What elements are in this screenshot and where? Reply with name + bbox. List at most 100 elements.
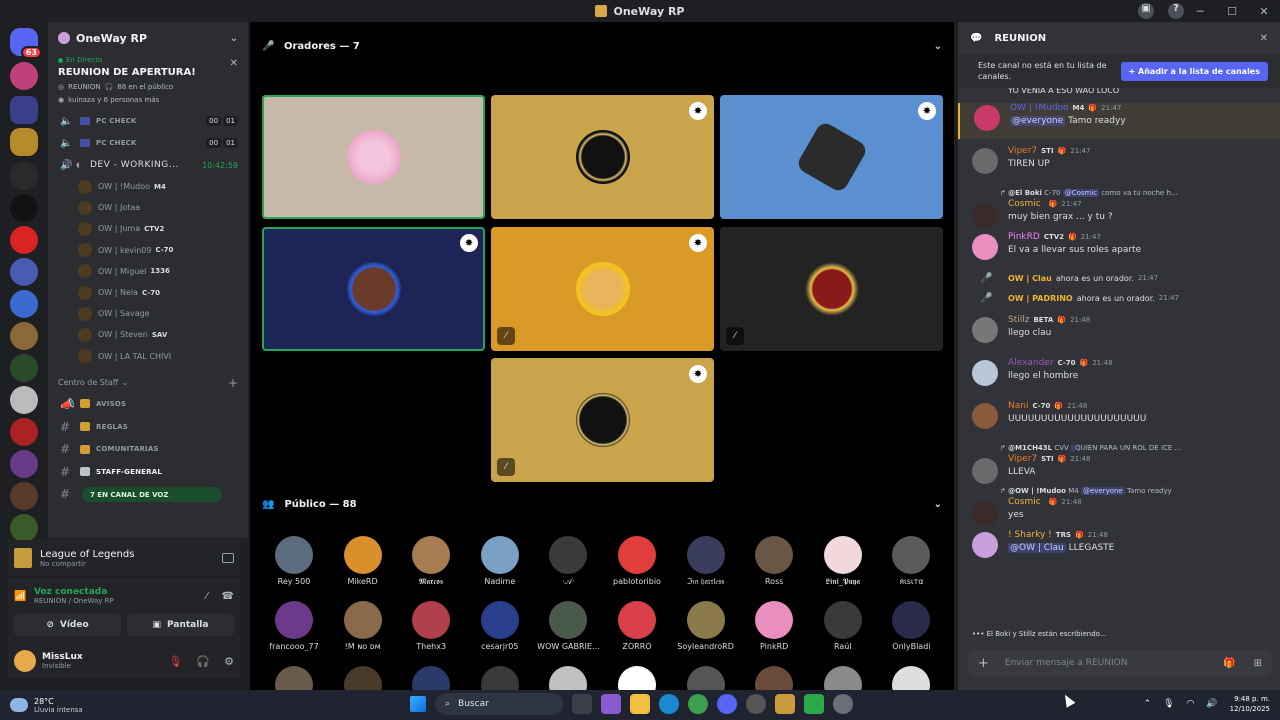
voice-member[interactable]: OW | Steven SAV [48, 324, 248, 345]
voice-member[interactable]: OW | Jotaa [48, 197, 248, 218]
author-name[interactable]: PinkRD [1008, 232, 1040, 242]
settings-icon[interactable] [833, 694, 853, 714]
server-icon[interactable] [10, 354, 38, 382]
avatar[interactable] [972, 501, 998, 527]
noise-suppression-icon[interactable]: ⁄ [206, 591, 208, 602]
discord-home-icon[interactable]: 63 [10, 28, 42, 59]
audience-member[interactable] [603, 666, 671, 690]
channel-avisos[interactable]: 📣 AVISOS [48, 393, 248, 416]
close-icon[interactable]: ✕ [1260, 33, 1268, 44]
audience-member[interactable]: cesarjr05 [466, 601, 534, 651]
disconnect-icon[interactable]: ☎ [222, 591, 234, 602]
server-icon[interactable] [10, 194, 38, 222]
audience-member[interactable]: Rey 500 [260, 536, 328, 586]
server-icon[interactable] [10, 386, 38, 414]
minimize-icon[interactable]: ─ [1184, 5, 1216, 18]
server-header[interactable]: OneWay RP ⌄ [48, 22, 248, 54]
speaker-tile[interactable]: ✸ [262, 227, 485, 351]
audience-member[interactable] [466, 666, 534, 690]
audience-member[interactable]: Thehx3 [397, 601, 465, 651]
audience-member[interactable]: !M ɴᴏ ᴅᴍ [329, 601, 397, 651]
audience-member[interactable] [260, 666, 328, 690]
reply-preview[interactable]: ↱ @El Boki C-70 @Cosmic como va tu noche… [1000, 189, 1272, 197]
speaker-tile[interactable]: ✸ [491, 95, 714, 219]
author-name[interactable]: Nani [1008, 401, 1028, 411]
audience-member[interactable]: 𝕷𝖎𝖓𝖎_𝕻𝖚𝖞𝖆 [809, 536, 877, 587]
help-icon[interactable]: ? [1168, 3, 1184, 19]
reply-preview[interactable]: ↱ @OW | !Mudoo M4 @everyone Tamo readyy [1000, 487, 1272, 495]
chevron-down-icon[interactable]: ⌄ [934, 499, 942, 510]
server-icon[interactable] [10, 450, 38, 478]
steam-icon[interactable] [746, 694, 766, 714]
inbox-icon[interactable]: ▣ [1138, 3, 1154, 19]
voice-member[interactable]: OW | Juma CTV2 [48, 218, 248, 239]
server-icon[interactable] [10, 418, 38, 446]
audience-header[interactable]: 👥 Público — 88 ⌄ [250, 494, 954, 514]
speakers-header[interactable]: 🎤 Oradores — 7 ⌄ [250, 22, 954, 70]
server-folder-icon[interactable] [10, 96, 38, 124]
discord-icon[interactable] [717, 694, 737, 714]
voice-channel-pc-check[interactable]: 🔈 PC CHECK 00 01 [48, 110, 248, 132]
close-icon[interactable]: ✕ [1248, 5, 1280, 18]
audience-member[interactable]: Ross [740, 536, 808, 586]
voice-member[interactable]: OW | Savage [48, 303, 248, 324]
audience-member[interactable]: 𝕸𝖆𝖗𝖈𝖔𝖘 [397, 536, 465, 587]
avatar[interactable] [972, 360, 998, 386]
chat-message[interactable]: ! Sharky ! TRS 🎁 21:48 @OW | Clau LLEGASTE [958, 530, 1280, 566]
chat-message[interactable]: Nani C-70 🎁 21:48 UUUUUUUUUUUUUUUUUUUUU [958, 401, 1280, 437]
avatar[interactable] [974, 105, 1000, 131]
gear-icon[interactable]: ⚙ [224, 655, 234, 668]
signal-icon[interactable]: 📶 [14, 591, 26, 602]
sheets-icon[interactable] [804, 694, 824, 714]
audience-member[interactable]: WOW GABRIE... [534, 601, 602, 651]
audience-member[interactable] [809, 666, 877, 690]
author-name[interactable]: ! Sharky ! [1008, 530, 1052, 540]
mic-muted-icon[interactable]: 🎙 [168, 655, 182, 668]
speaker-tile[interactable]: ✸ [720, 95, 943, 219]
audience-member[interactable] [877, 666, 945, 690]
author-name[interactable]: Alexander [1008, 358, 1054, 368]
audience-member[interactable]: яιѕιтα [877, 536, 945, 586]
windows-start-icon[interactable] [410, 696, 426, 712]
audience-member[interactable]: PinkRD [740, 601, 808, 651]
voice-member[interactable]: OW | LA TAL CHIVI [48, 346, 248, 367]
avatar[interactable] [972, 458, 998, 484]
chat-message[interactable]: Viper7 STI 🎁 21:47 TIREN UP [958, 146, 1280, 182]
share-screen-icon[interactable] [222, 553, 234, 563]
audience-member[interactable] [397, 666, 465, 690]
avatar[interactable] [972, 234, 998, 260]
audience-member[interactable]: SoyleandroRD [672, 601, 740, 651]
server-icon[interactable] [10, 514, 38, 542]
chat-message[interactable]: PinkRD CTV2 🎁 21:47 El va a llevar sus roles… [958, 232, 1280, 268]
channel-staff-general[interactable]: # STAFF-GENERAL [48, 460, 248, 483]
maximize-icon[interactable]: ☐ [1216, 5, 1248, 18]
voice-status[interactable]: Voz conectada [34, 587, 114, 597]
audience-member[interactable] [329, 666, 397, 690]
video-button[interactable]: ⊘ Vídeo [14, 614, 121, 636]
channel-comunitarias[interactable]: # COMUNITARIAS [48, 438, 248, 461]
speaker-tile[interactable]: ✸ ⁄ [491, 227, 714, 351]
edge-icon[interactable] [659, 694, 679, 714]
voice-member[interactable]: OW | kevin09 C-70 [48, 240, 248, 261]
task-view-icon[interactable] [572, 694, 592, 714]
system-user[interactable]: OW | PADRINO [1008, 294, 1073, 303]
mention[interactable]: @everyone [1010, 116, 1066, 126]
chat-message[interactable]: Alexander C-70 🎁 21:48 llego el hombre [958, 358, 1280, 394]
speaker-tile[interactable] [262, 95, 485, 219]
chat-message[interactable]: ↱ @El Boki C-70 @Cosmic como va tu noche… [958, 189, 1280, 229]
audience-member[interactable]: Raúl [809, 601, 877, 651]
taskbar-search[interactable]: ⌕ Buscar [435, 693, 563, 715]
chevron-down-icon[interactable]: ⌄ [934, 41, 942, 52]
channel-reglas[interactable]: # REGLAS [48, 415, 248, 438]
copilot-icon[interactable] [601, 694, 621, 714]
headphones-icon[interactable]: 🎧 [196, 655, 210, 668]
audience-member[interactable]: Nadime [466, 536, 534, 586]
message-input[interactable]: + Enviar mensaje a REUNION 🎁 ⊞ [968, 650, 1272, 676]
chevron-down-icon[interactable]: ⌄ [230, 33, 238, 44]
audience-member[interactable]: francooo_77 [260, 601, 328, 651]
avatar[interactable] [972, 203, 998, 229]
speaker-tile[interactable]: ✸ ⁄ [491, 358, 714, 482]
server-icon[interactable] [10, 258, 38, 286]
chat-message[interactable]: ↱ @M1CH43L CVV QUIEN PARA UN ROL DE ICE … [958, 444, 1280, 484]
screen-share-button[interactable]: ▣ Pantalla [127, 614, 234, 636]
